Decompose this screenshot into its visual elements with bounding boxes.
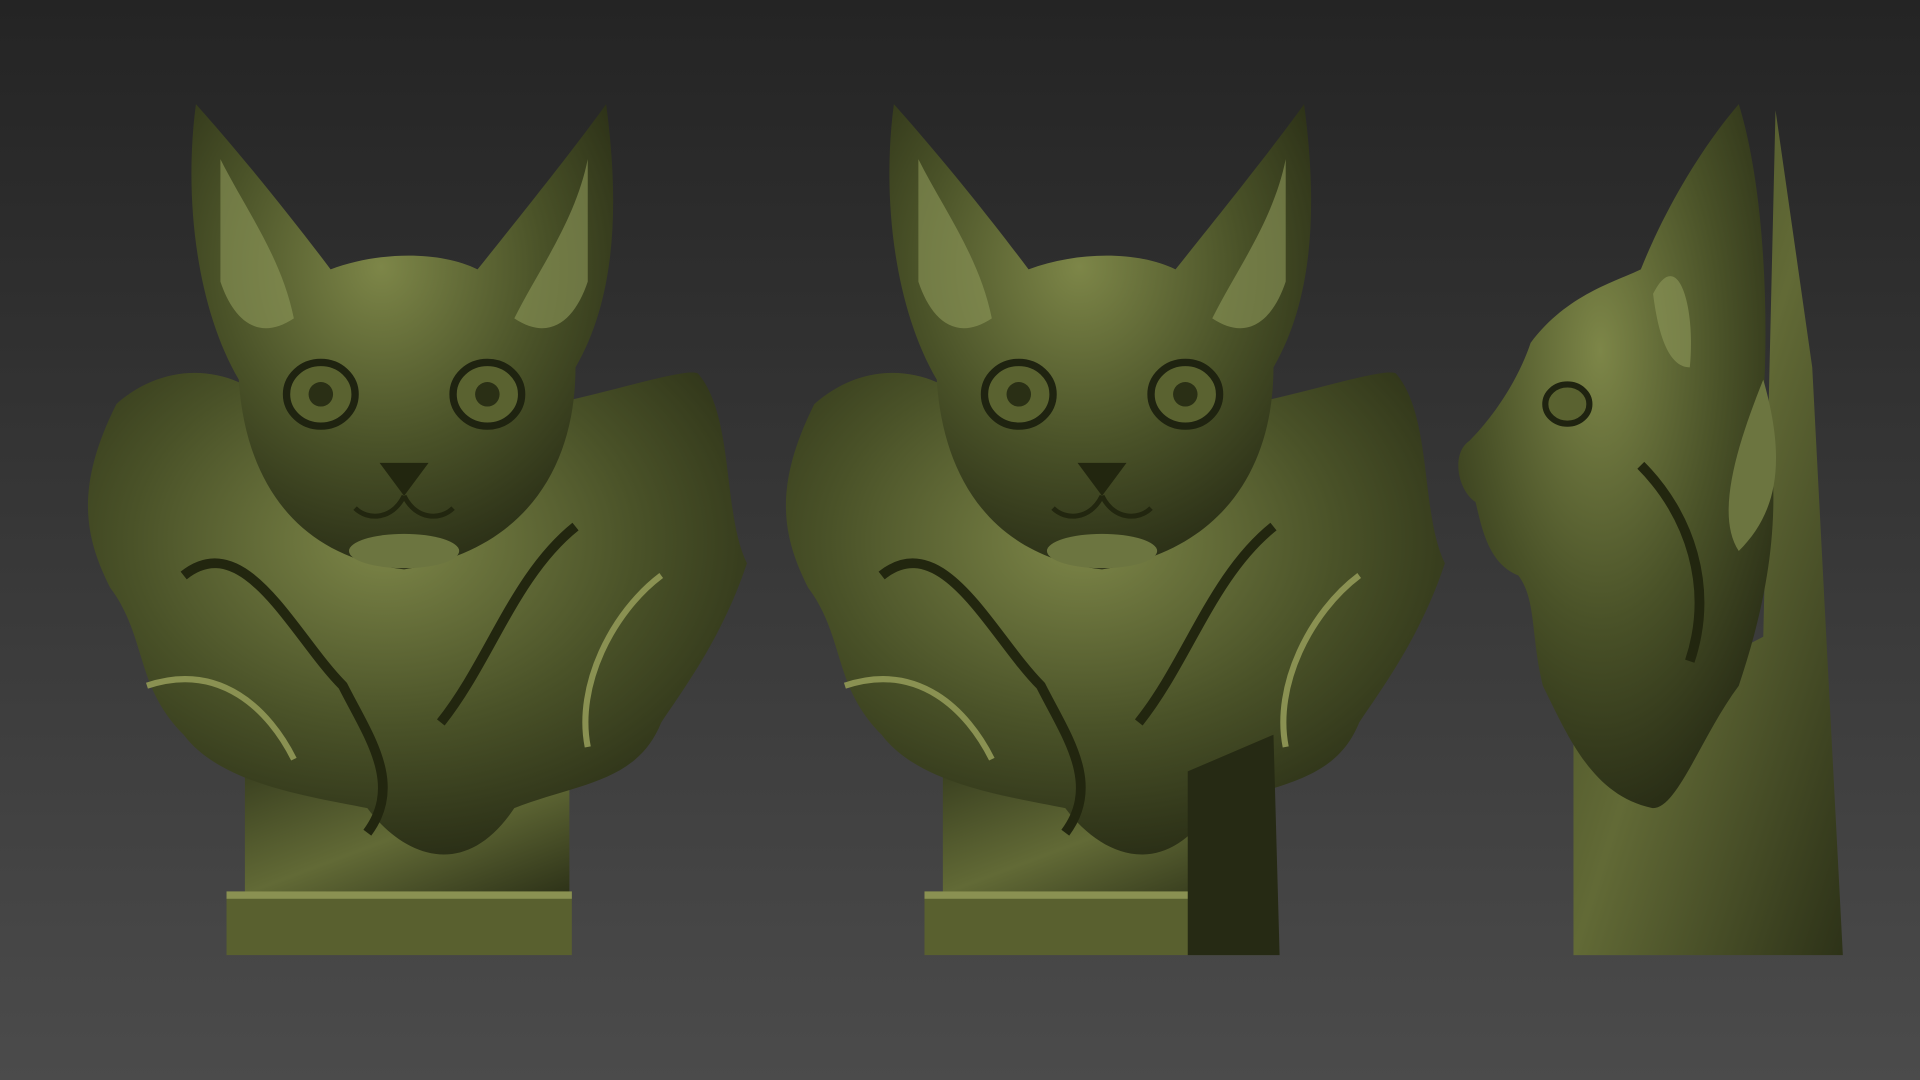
render-viewport: [0, 0, 1920, 1080]
